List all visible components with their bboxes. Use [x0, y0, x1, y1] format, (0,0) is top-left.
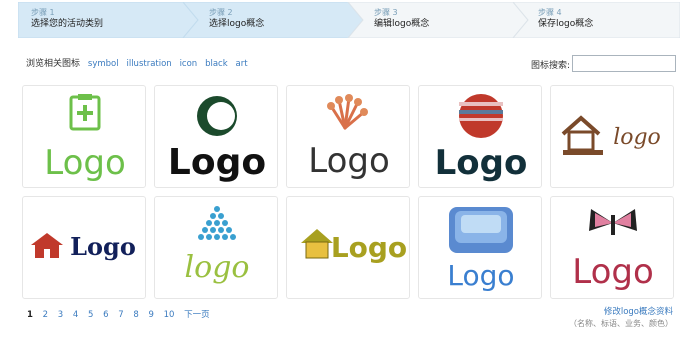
logo-card[interactable]: Logo: [286, 196, 410, 299]
logo-text: Logo: [168, 142, 266, 183]
step-number: 步骤 4: [538, 8, 562, 17]
logo-card[interactable]: Logo: [22, 196, 146, 299]
peacock-fan-icon: Logo: [308, 94, 390, 181]
butterfly-icon: Logo: [572, 209, 654, 292]
logo-card[interactable]: Logo: [418, 85, 542, 188]
tag-link[interactable]: black: [205, 59, 228, 69]
step-title: 编辑logo概念: [374, 19, 430, 29]
step-title: 保存logo概念: [538, 19, 594, 29]
logo-text: Logo: [331, 231, 407, 264]
page-link[interactable]: 4: [73, 310, 78, 320]
green-circle-icon: Logo: [168, 96, 266, 183]
step-number: 步骤 1: [31, 8, 55, 17]
step-4[interactable]: 步骤 4 保存logo概念: [525, 2, 680, 38]
browse-related-icons: 浏览相关图标 symbol illustration icon black ar…: [26, 56, 248, 69]
logo-text: Logo: [70, 232, 136, 261]
step-number: 步骤 3: [374, 8, 398, 17]
page-link-current[interactable]: 1: [27, 310, 33, 320]
logo-text: Logo: [447, 259, 514, 292]
tag-link[interactable]: art: [236, 59, 248, 69]
tag-link[interactable]: symbol: [88, 59, 119, 69]
step-1[interactable]: 步骤 1 选择您的活动类别: [18, 2, 183, 38]
pagination: 1 2 3 4 5 6 7 8 9 10 下一页: [27, 308, 217, 320]
step-title: 选择您的活动类别: [31, 19, 104, 29]
logo-card[interactable]: Logo: [418, 196, 542, 299]
gold-house-icon: Logo: [301, 229, 407, 264]
page-link[interactable]: 10: [164, 310, 175, 320]
step-title: 选择logo概念: [209, 19, 265, 29]
modify-logo-hint: （名称、标语、业务、颜色）: [569, 319, 673, 328]
blue-stack-icon: Logo: [447, 207, 515, 292]
step-2[interactable]: 步骤 2 选择logo概念: [196, 2, 361, 38]
red-house-icon: Logo: [31, 232, 136, 261]
page-link[interactable]: 6: [103, 310, 108, 320]
logo-card[interactable]: Logo: [154, 85, 278, 188]
house-icon: logo: [561, 115, 661, 155]
clipboard-plus-icon: Logo: [44, 94, 126, 183]
logo-text: Logo: [435, 143, 528, 183]
logo-text: logo: [613, 125, 661, 150]
step-3[interactable]: 步骤 3 编辑logo概念: [361, 2, 526, 38]
striped-sphere-icon: Logo: [435, 94, 528, 183]
page-link[interactable]: 3: [58, 310, 63, 320]
icon-search-label: 图标搜索:: [531, 61, 571, 71]
logo-card[interactable]: Logo: [550, 196, 674, 299]
logo-text: Logo: [572, 252, 654, 292]
logo-card[interactable]: logo: [154, 196, 278, 299]
logo-text: Logo: [308, 141, 390, 181]
logo-card[interactable]: Logo: [22, 85, 146, 188]
logo-card[interactable]: Logo: [286, 85, 410, 188]
browse-label: 浏览相关图标: [26, 59, 81, 69]
wizard-steps: 步骤 1 选择您的活动类别 步骤 2 选择logo概念 步骤 3 编辑logo概…: [18, 2, 680, 38]
page-link[interactable]: 8: [133, 310, 138, 320]
next-page-link[interactable]: 下一页: [184, 310, 210, 320]
logo-text: logo: [185, 250, 250, 285]
tag-link[interactable]: icon: [180, 59, 198, 69]
tag-link[interactable]: illustration: [126, 59, 171, 69]
step-number: 步骤 2: [209, 8, 233, 17]
dot-triangle-icon: logo: [185, 206, 250, 285]
logo-card[interactable]: logo: [550, 85, 674, 188]
page-link[interactable]: 2: [43, 310, 48, 320]
icon-search-input[interactable]: [572, 55, 676, 72]
logo-text: Logo: [44, 143, 126, 183]
page-link[interactable]: 7: [118, 310, 123, 320]
page-link[interactable]: 5: [88, 310, 93, 320]
page-link[interactable]: 9: [149, 310, 154, 320]
modify-logo-link[interactable]: 修改logo概念资料: [604, 305, 673, 317]
